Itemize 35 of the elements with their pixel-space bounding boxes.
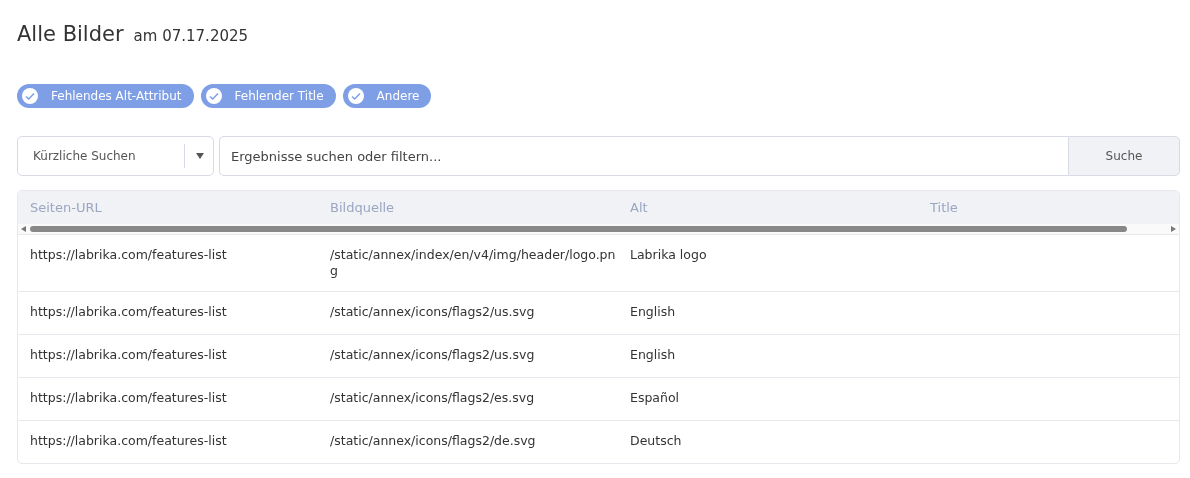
column-header: Title — [930, 200, 959, 215]
table-cell-text: Español — [630, 390, 681, 406]
table-cell-text: /static/annex/icons/flags2/us.svg — [330, 304, 536, 320]
table-cell-text: English — [630, 347, 677, 363]
search-button[interactable]: Suche — [1068, 136, 1180, 176]
page-title: Alle Bilder — [17, 22, 124, 46]
table-cell-text: English — [630, 304, 677, 320]
table-cell-text: Labrika logo — [630, 247, 708, 263]
table-cell-text: https://labrika.com/features-list — [30, 390, 228, 406]
table-cell-text: https://labrika.com/features-list — [30, 304, 228, 320]
recent-searches-dropdown[interactable]: Kürzliche Suchen — [17, 136, 214, 176]
table-cell-text: Deutsch — [630, 433, 683, 449]
check-icon — [204, 87, 223, 105]
filter-chip[interactable]: Fehlendes Alt-Attribut — [17, 84, 194, 108]
column-header: Alt — [630, 200, 649, 215]
filter-chip[interactable]: Fehlender Title — [200, 84, 336, 108]
column-header: Seiten-URL — [30, 200, 103, 215]
column-header: Bildquelle — [330, 200, 396, 215]
check-icon — [346, 87, 365, 105]
search-field[interactable]: Ergebnisse suchen oder filtern... — [219, 136, 1068, 176]
scroll-left-icon[interactable] — [21, 226, 26, 232]
filter-chip[interactable]: Andere — [342, 84, 432, 108]
page-date: am 07.17.2025 — [133, 27, 249, 45]
scrollbar-thumb[interactable] — [30, 226, 1127, 232]
scroll-right-icon[interactable] — [1171, 226, 1176, 232]
dropdown-label: Kürzliche Suchen — [33, 149, 137, 163]
table-cell-text: /static/annex/index/en/v4/img/header/logo.png — [330, 247, 617, 279]
caret-icon — [195, 152, 205, 160]
table-cell-text: /static/annex/icons/flags2/de.svg — [330, 433, 537, 449]
table-cell-text: /static/annex/icons/flags2/us.svg — [330, 347, 536, 363]
check-icon — [21, 87, 39, 105]
table-cell-text: https://labrika.com/features-list — [30, 247, 228, 263]
table-cell-text: https://labrika.com/features-list — [30, 347, 228, 363]
table-cell-text: /static/annex/icons/flags2/es.svg — [330, 390, 536, 406]
table-cell-text: https://labrika.com/features-list — [30, 433, 228, 449]
